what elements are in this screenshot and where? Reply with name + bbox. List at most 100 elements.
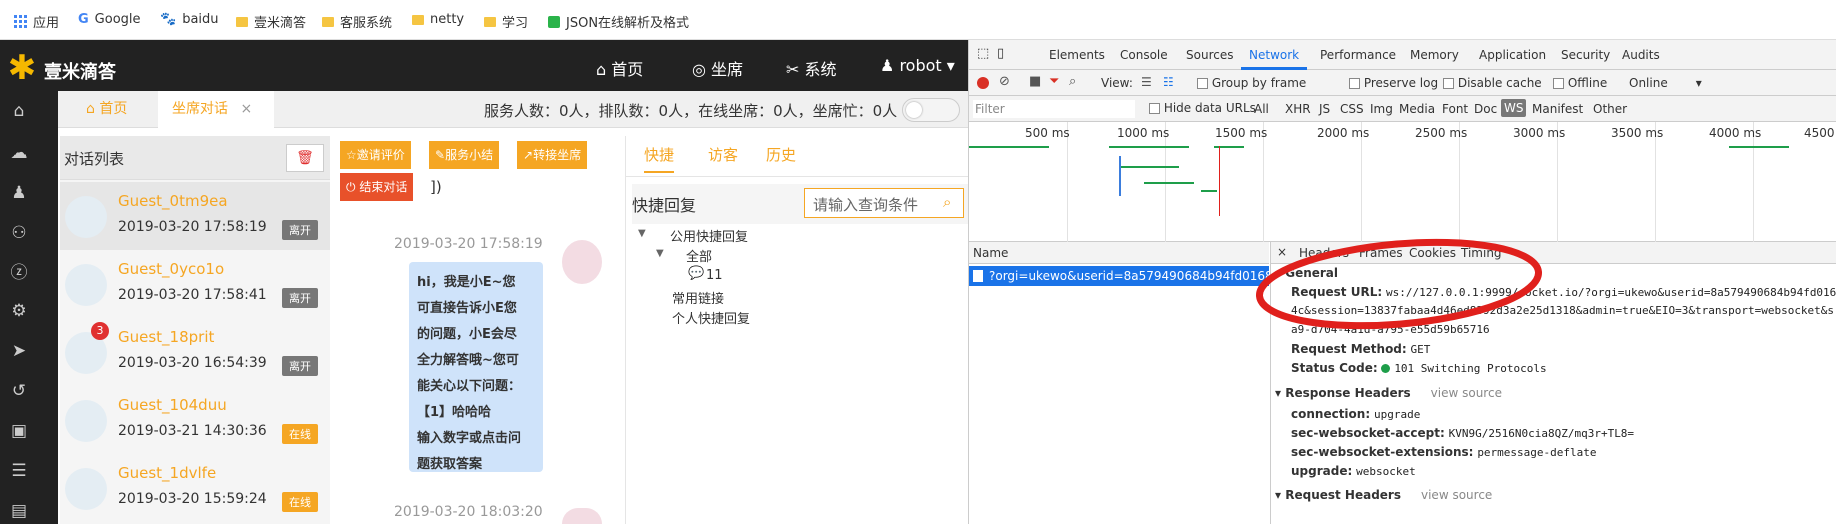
filter-doc[interactable]: Doc — [1474, 102, 1497, 116]
tab-chat[interactable]: 坐席对话 × — [158, 91, 274, 128]
throttle-select[interactable]: Online ▾ — [1629, 76, 1702, 90]
timeline-marker — [1119, 156, 1121, 196]
bookmark-baidu[interactable]: 🐾 baidu — [160, 12, 219, 27]
list-view-icon[interactable]: ☰ — [1141, 75, 1152, 89]
bookmark-kefu[interactable]: 客服系统 — [322, 12, 392, 31]
tab-quick[interactable]: 快捷 — [644, 144, 675, 173]
service-summary-button[interactable]: ✎服务小结 — [429, 141, 500, 169]
divider — [626, 176, 969, 177]
bookmark-study[interactable]: 学习 — [484, 12, 528, 31]
logo-icon: ✱ — [7, 48, 37, 88]
filter-media[interactable]: Media — [1399, 102, 1435, 116]
caret-down-icon[interactable]: ▼ — [638, 228, 646, 239]
contacts-icon[interactable]: ⚇ — [8, 222, 30, 244]
monitor-icon[interactable]: ▣ — [8, 420, 30, 442]
busy-toggle[interactable] — [902, 98, 960, 122]
tree-node-all[interactable]: 全部 — [686, 246, 712, 265]
trash-button[interactable]: 🗑 — [286, 144, 324, 172]
filter-xhr[interactable]: XHR — [1285, 102, 1311, 116]
send-icon[interactable]: ➤ — [8, 340, 30, 362]
tab-audits[interactable]: Audits — [1622, 48, 1660, 62]
response-headers-section[interactable]: ▾ Response Headers view source — [1275, 386, 1502, 400]
nav-system[interactable]: ✂ 系统 — [786, 56, 837, 80]
end-chat-button[interactable]: ⏻ 结束对话 — [340, 173, 414, 201]
nav-home[interactable]: ⌂ 首页 — [596, 56, 643, 80]
filter-other[interactable]: Other — [1593, 102, 1627, 116]
filter-ws[interactable]: WS — [1501, 99, 1527, 117]
nav-user[interactable]: ♟ robot ▾ — [880, 56, 955, 75]
device-icon[interactable]: ▯ — [997, 46, 1004, 61]
history-icon[interactable]: ↺ — [8, 380, 30, 402]
tab-home[interactable]: ⌂ 首页 — [72, 91, 141, 128]
user-icon[interactable]: ♟ — [8, 182, 30, 204]
bookmark-apps[interactable]: 应用 — [14, 12, 59, 31]
filter-img[interactable]: Img — [1370, 102, 1393, 116]
tab-visitor[interactable]: 访客 — [708, 144, 738, 165]
filter-all[interactable]: All — [1254, 102, 1269, 116]
list-item[interactable]: Guest_1dvlfe 2019-03-20 15:59:24 在线 — [60, 454, 330, 522]
star-icon: ☆ — [346, 148, 357, 162]
list-item[interactable]: Guest_0yco1o 2019-03-20 17:58:41 离开 — [60, 250, 330, 318]
chat-icon[interactable]: ☁ — [8, 142, 30, 164]
view-source-link[interactable]: view source — [1431, 386, 1502, 400]
view-source-link[interactable]: view source — [1421, 488, 1492, 502]
tab-console[interactable]: Console — [1120, 48, 1168, 62]
caret-down-icon[interactable]: ▼ — [656, 248, 664, 259]
invite-rating-button[interactable]: ☆邀请评价 — [340, 141, 411, 169]
list-item[interactable]: 3 Guest_18prit 2019-03-20 16:54:39 离开 — [60, 318, 330, 386]
knowledge-icon[interactable]: ⓩ — [8, 262, 30, 284]
tab-security[interactable]: Security — [1561, 48, 1610, 62]
offline-checkbox[interactable]: Offline — [1553, 76, 1607, 90]
camera-icon[interactable]: ■ — [1029, 74, 1041, 89]
preserve-log-checkbox[interactable]: Preserve log — [1349, 76, 1438, 90]
filter-js[interactable]: JS — [1319, 102, 1330, 116]
tab-performance[interactable]: Performance — [1320, 48, 1396, 62]
bookmark-netty[interactable]: netty — [412, 12, 464, 27]
timeline-bar — [1729, 146, 1789, 148]
list-item[interactable]: Guest_0tm9ea 2019-03-20 17:58:19 离开 — [60, 182, 330, 250]
group-by-frame-checkbox[interactable]: Group by frame — [1197, 76, 1306, 90]
filter-css[interactable]: CSS — [1340, 102, 1364, 116]
waterfall-view-icon[interactable]: ☷ — [1163, 75, 1174, 89]
avatar — [65, 196, 107, 238]
tree-node-personal[interactable]: 个人快捷回复 — [672, 308, 750, 327]
network-toolbar: ⊘ ■ ⏷ ⌕ View: ☰ ☷ Group by frame Preserv… — [969, 70, 1836, 96]
gear-icon[interactable]: ⚙ — [8, 300, 30, 322]
bookmark-json[interactable]: JSON在线解析及格式 — [548, 12, 689, 31]
disable-cache-checkbox[interactable]: Disable cache — [1443, 76, 1542, 90]
request-headers-section[interactable]: ▾ Request Headers view source — [1275, 488, 1492, 502]
search-icon[interactable]: ⌕ — [943, 193, 951, 211]
home-icon[interactable]: ⌂ — [8, 100, 30, 122]
header-row: sec-websocket-accept: KVN9G/2516N0cia8QZ… — [1291, 426, 1635, 440]
list-item[interactable]: Guest_104duu 2019-03-21 14:30:36 在线 — [60, 386, 330, 454]
report-icon[interactable]: ▤ — [8, 500, 30, 522]
tab-sources[interactable]: Sources — [1186, 48, 1233, 62]
tab-memory[interactable]: Memory — [1410, 48, 1459, 62]
tab-network[interactable]: Network — [1249, 48, 1299, 62]
document-icon[interactable]: ☰ — [8, 460, 30, 482]
filter-icon[interactable]: ⏷ — [1049, 74, 1059, 89]
chat-bubble-icon: 💬 — [688, 266, 705, 281]
nav-seat[interactable]: ◎ 坐席 — [692, 56, 743, 80]
filter-input[interactable]: Filter — [973, 100, 1135, 118]
hide-data-urls-checkbox[interactable]: Hide data URLs — [1149, 101, 1256, 115]
quick-search-input[interactable]: 请输入查询条件 ⌕ — [804, 188, 964, 218]
bookmark-google[interactable]: G Google — [78, 12, 141, 27]
tree-node-item[interactable]: 11 — [706, 268, 723, 283]
bookmark-yimi[interactable]: 壹米滴答 — [236, 12, 306, 31]
search-icon[interactable]: ⌕ — [1069, 74, 1076, 89]
inspect-icon[interactable]: ⬚ — [977, 46, 989, 61]
filter-font[interactable]: Font — [1442, 102, 1468, 116]
record-icon[interactable] — [977, 77, 989, 89]
tree-node-links[interactable]: 常用链接 — [672, 288, 724, 307]
transfer-seat-button[interactable]: ↗转接坐席 — [517, 141, 588, 169]
filter-manifest[interactable]: Manifest — [1532, 102, 1583, 116]
tab-history[interactable]: 历史 — [766, 144, 796, 165]
close-icon[interactable]: × — [240, 101, 252, 117]
clear-icon[interactable]: ⊘ — [999, 74, 1010, 89]
tab-elements[interactable]: Elements — [1049, 48, 1105, 62]
tab-application[interactable]: Application — [1479, 48, 1546, 62]
tree-node-public[interactable]: 公用快捷回复 — [670, 226, 748, 245]
annotation-ellipse — [1255, 238, 1543, 330]
request-row[interactable]: ?orgi=ukewo&userid=8a579490684b94fd01684… — [969, 266, 1269, 286]
